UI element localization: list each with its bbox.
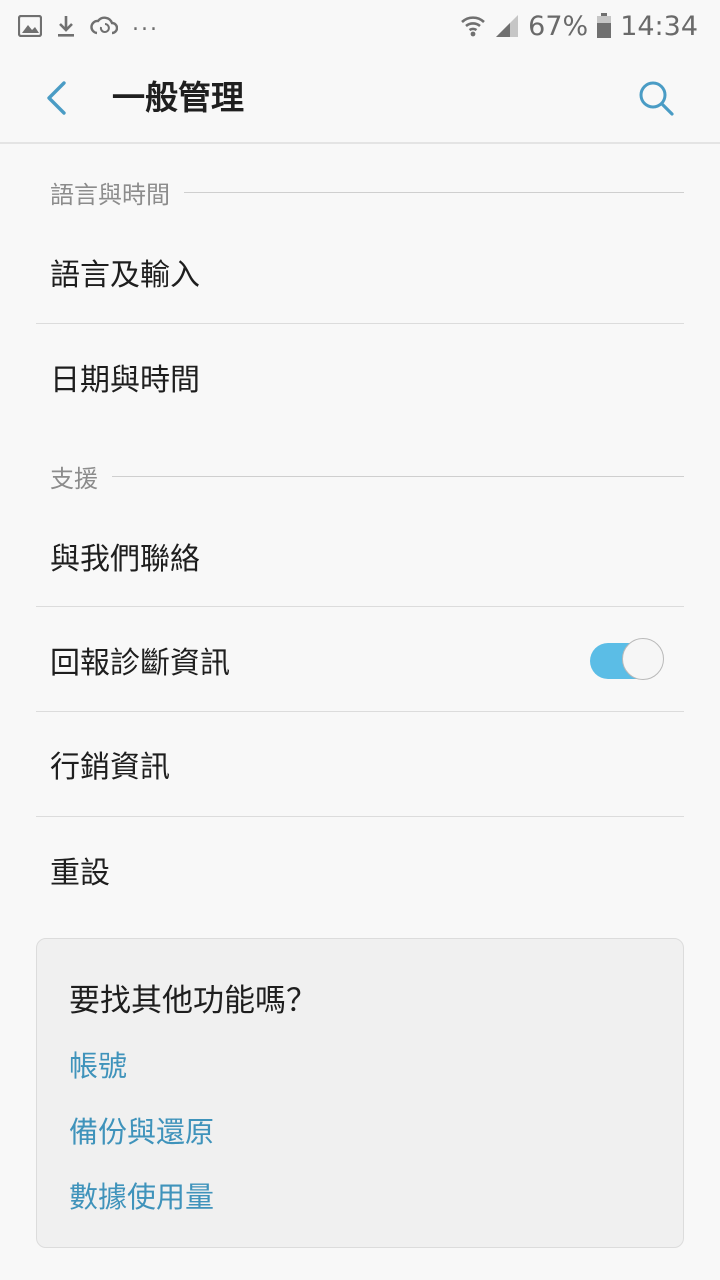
app-bar: 一般管理 [0, 52, 720, 142]
section-divider [184, 191, 684, 193]
section-header-label: 支援 [50, 464, 98, 493]
search-button[interactable] [632, 74, 680, 122]
suggestion-link-account[interactable]: 帳號 [69, 1043, 127, 1085]
cloud-sync-icon [90, 15, 118, 37]
list-item-reset[interactable]: 重設 [36, 818, 684, 922]
gallery-icon [18, 15, 42, 37]
clock: 14:34 [620, 10, 698, 42]
battery-percent: 67% [528, 10, 589, 42]
more-notifications: ... [132, 10, 159, 36]
search-icon [639, 81, 674, 116]
list-item-language-input[interactable]: 語言及輸入 [36, 222, 684, 322]
section-header-label: 語言與時間 [50, 180, 170, 209]
list-item-contact-us[interactable]: 與我們聯絡 [36, 506, 684, 606]
signal-icon [494, 14, 520, 38]
row-divider [36, 816, 684, 817]
list-item-label: 回報診斷資訊 [50, 645, 230, 681]
row-divider [36, 323, 684, 324]
app-bar-divider [0, 142, 720, 144]
list-item-report-diagnostics[interactable]: 回報診斷資訊 [36, 608, 684, 711]
status-left: ... [18, 10, 159, 38]
status-bar: ... 67% 14:34 [0, 0, 720, 52]
screen: ... 67% 14:34 一般管理 語言與時間 語言及輸入 日期與時間 支援 … [0, 0, 720, 1280]
list-item-label: 行銷資訊 [50, 750, 170, 785]
back-button[interactable] [32, 74, 80, 122]
row-divider [36, 606, 684, 607]
list-item-label: 重設 [50, 856, 110, 891]
chevron-left-icon [47, 81, 66, 115]
download-icon [56, 14, 76, 38]
suggestion-link-data-usage[interactable]: 數據使用量 [69, 1174, 214, 1216]
section-header-support: 支援 [50, 456, 684, 496]
status-right: 67% 14:34 [460, 11, 698, 42]
suggestion-card: 要找其他功能嗎？ 帳號 備份與還原 數據使用量 [36, 938, 684, 1248]
list-item-label: 與我們聯絡 [50, 542, 200, 577]
list-item-label: 日期與時間 [50, 363, 200, 398]
list-item-marketing-info[interactable]: 行銷資訊 [36, 713, 684, 815]
list-item-date-time[interactable]: 日期與時間 [36, 325, 684, 429]
wifi-icon [460, 14, 486, 38]
report-diagnostics-toggle[interactable] [590, 637, 666, 682]
toggle-thumb [622, 637, 664, 680]
page-title: 一般管理 [112, 78, 244, 117]
battery-icon [596, 13, 612, 39]
row-divider [36, 711, 684, 712]
suggestion-link-backup-restore[interactable]: 備份與還原 [69, 1109, 214, 1151]
suggestion-title: 要找其他功能嗎？ [69, 983, 317, 1019]
section-header-language-time: 語言與時間 [50, 172, 684, 212]
section-divider [112, 475, 684, 477]
list-item-label: 語言及輸入 [50, 258, 200, 293]
